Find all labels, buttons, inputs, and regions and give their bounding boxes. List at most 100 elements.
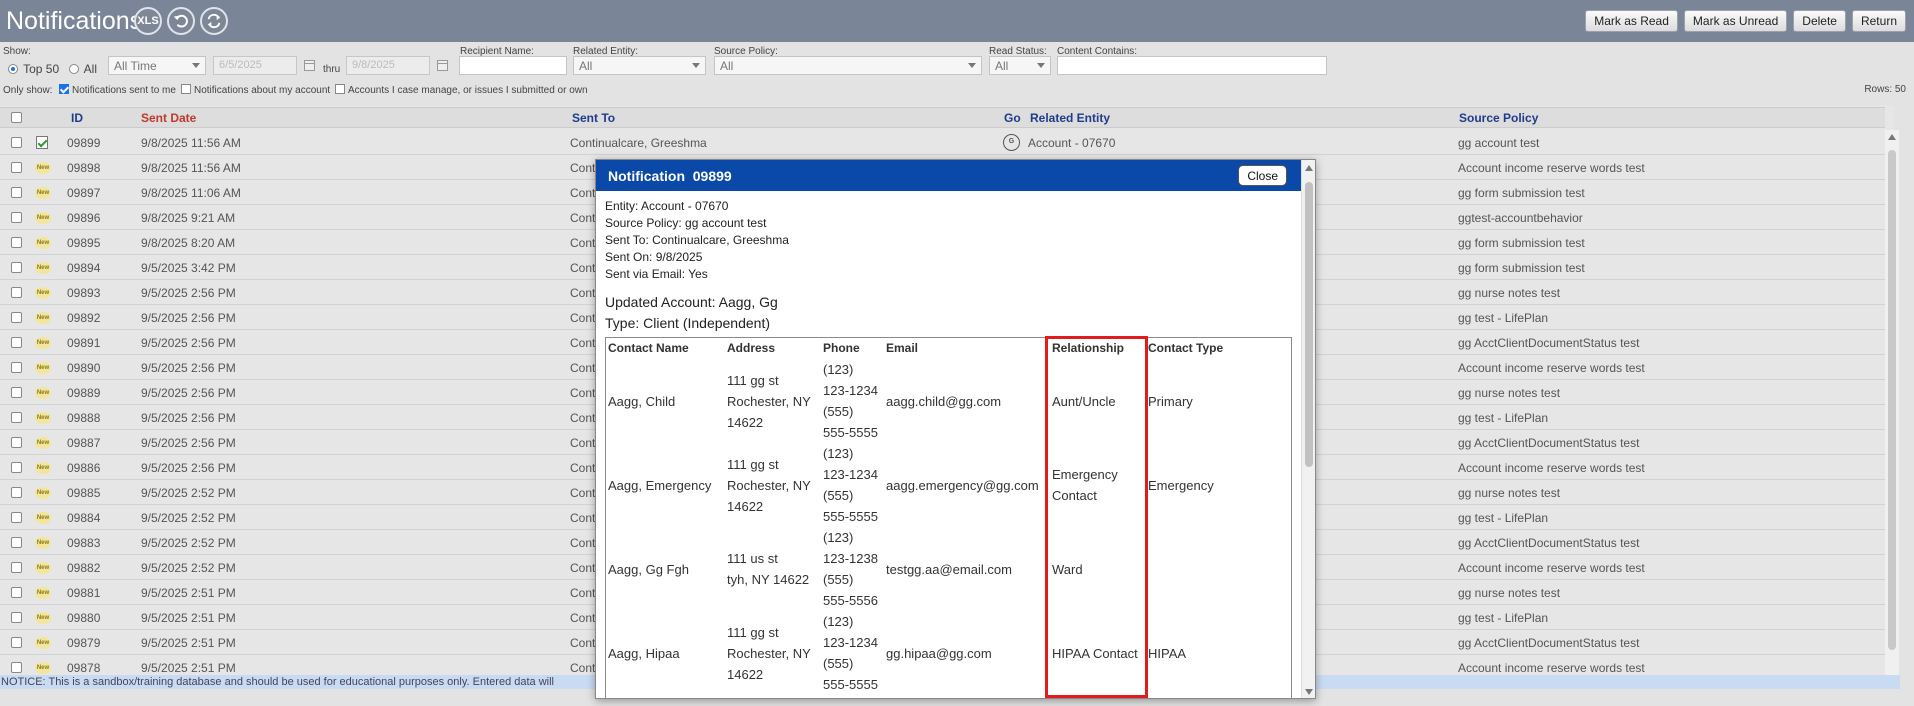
contact-address: Rochester, NY xyxy=(727,645,811,661)
row-checkbox[interactable] xyxy=(11,662,22,673)
date-to-input[interactable]: 9/8/2025 xyxy=(346,56,430,75)
read-check-icon xyxy=(36,136,48,149)
cell-source-policy: gg nurse notes test xyxy=(1458,286,1561,300)
row-checkbox[interactable] xyxy=(11,612,22,623)
cell-sent-to: Cont xyxy=(570,311,596,325)
mark-as-read-button[interactable]: Mark as Read xyxy=(1585,10,1678,32)
show-label: Show: xyxy=(3,46,31,57)
cell-sent-date: 9/5/2025 2:51 PM xyxy=(141,611,236,625)
go-icon[interactable]: G xyxy=(1003,134,1020,151)
contact-phone: 123-1238 xyxy=(823,551,878,566)
row-checkbox[interactable] xyxy=(11,412,22,423)
refresh-icon[interactable] xyxy=(200,7,228,35)
read-status-select[interactable]: All xyxy=(989,56,1051,75)
row-checkbox[interactable] xyxy=(11,237,22,248)
row-checkbox[interactable] xyxy=(11,287,22,298)
new-badge: New xyxy=(35,212,51,224)
scrollbar-thumb[interactable] xyxy=(1888,150,1896,650)
new-badge: New xyxy=(35,637,51,649)
row-checkbox[interactable] xyxy=(11,537,22,548)
cell-id: 09894 xyxy=(67,261,101,275)
cell-source-policy: gg form submission test xyxy=(1458,236,1585,250)
sent-to-line: Sent To: Continualcare, Greeshma xyxy=(605,233,789,247)
contact-phone: (555) xyxy=(823,572,854,587)
row-checkbox[interactable] xyxy=(11,387,22,398)
delete-button[interactable]: Delete xyxy=(1793,10,1846,32)
mark-as-unread-button[interactable]: Mark as Unread xyxy=(1683,10,1788,32)
new-badge: New xyxy=(35,437,51,449)
row-checkbox[interactable] xyxy=(11,512,22,523)
scroll-up-icon[interactable] xyxy=(1888,134,1896,140)
contact-email: gg.hipaa@gg.com xyxy=(886,646,992,661)
row-checkbox[interactable] xyxy=(11,587,22,598)
sent-to-me-checkbox[interactable]: Notifications sent to me xyxy=(59,84,176,96)
cell-id: 09886 xyxy=(67,461,101,475)
related-entity-select[interactable]: All xyxy=(573,56,706,75)
row-checkbox[interactable] xyxy=(11,437,22,448)
row-checkbox[interactable] xyxy=(11,162,22,173)
top50-radio[interactable]: Top 50 xyxy=(8,62,59,76)
cell-source-policy: gg nurse notes test xyxy=(1458,586,1561,600)
recipient-name-input[interactable] xyxy=(459,56,567,75)
row-checkbox[interactable] xyxy=(11,462,22,473)
grid-header: ID Sent Date Sent To Go Related Entity S… xyxy=(0,107,1885,128)
row-checkbox[interactable] xyxy=(11,637,22,648)
cell-sent-date: 9/5/2025 2:56 PM xyxy=(141,411,236,425)
row-checkbox[interactable] xyxy=(11,187,22,198)
row-checkbox[interactable] xyxy=(11,362,22,373)
rows-count: Rows: 50 xyxy=(1864,84,1906,95)
new-badge: New xyxy=(35,612,51,624)
calendar-icon[interactable] xyxy=(304,60,315,71)
date-from-input[interactable]: 6/5/2025 xyxy=(213,56,297,75)
row-checkbox[interactable] xyxy=(11,262,22,273)
cell-source-policy: gg test - LifePlan xyxy=(1458,511,1549,525)
col-source-policy[interactable]: Source Policy xyxy=(1459,111,1538,125)
cell-id: 09880 xyxy=(67,611,101,625)
cell-id: 09878 xyxy=(67,661,101,675)
row-checkbox[interactable] xyxy=(11,487,22,498)
row-checkbox[interactable] xyxy=(11,212,22,223)
cell-sent-to: Cont xyxy=(570,511,596,525)
modal-body: Entity: Account - 07670 Source Policy: g… xyxy=(605,198,1295,334)
table-row[interactable]: 09899 9/8/2025 11:56 AM Continualcare, Gre… xyxy=(0,130,1885,155)
scroll-up-icon[interactable] xyxy=(1305,165,1313,171)
cell-source-policy: gg form submission test xyxy=(1458,261,1585,275)
row-checkbox[interactable] xyxy=(11,337,22,348)
contact-email: aagg.emergency@gg.com xyxy=(886,478,1039,493)
modal-scrollbar-thumb[interactable] xyxy=(1305,182,1313,467)
row-checkbox[interactable] xyxy=(11,562,22,573)
cell-id: 09892 xyxy=(67,311,101,325)
col-sent-to[interactable]: Sent To xyxy=(572,111,615,125)
cell-source-policy: Account income reserve words test xyxy=(1458,561,1645,575)
contact-phone: 555-5556 xyxy=(823,593,878,608)
cell-sent-to: Cont xyxy=(570,211,596,225)
about-account-checkbox[interactable]: Notifications about my account xyxy=(181,84,330,96)
row-checkbox[interactable] xyxy=(11,137,22,148)
return-button[interactable]: Return xyxy=(1851,10,1906,32)
cell-sent-date: 9/5/2025 2:56 PM xyxy=(141,361,236,375)
row-checkbox[interactable] xyxy=(11,312,22,323)
col-related-entity[interactable]: Related Entity xyxy=(1030,111,1110,125)
all-label: All xyxy=(83,62,98,76)
cell-sent-date: 9/8/2025 9:21 AM xyxy=(141,211,236,225)
source-policy-select[interactable]: All xyxy=(714,56,982,75)
xls-export-icon[interactable]: XLS xyxy=(134,7,162,35)
col-sent-date[interactable]: Sent Date xyxy=(141,111,196,125)
select-all-checkbox[interactable] xyxy=(11,112,22,123)
modal-scrollbar[interactable] xyxy=(1301,160,1315,698)
undo-icon[interactable] xyxy=(167,7,195,35)
sent-via-email-line: Sent via Email: Yes xyxy=(605,267,708,281)
new-badge: New xyxy=(35,562,51,574)
accounts-checkbox[interactable]: Accounts I case manage, or issues I subm… xyxy=(335,84,588,96)
all-radio[interactable]: All xyxy=(69,62,97,76)
checkbox-checked-icon xyxy=(59,84,69,94)
content-contains-input[interactable] xyxy=(1057,56,1327,75)
col-id[interactable]: ID xyxy=(71,111,83,125)
contact-email: testgg.aa@email.com xyxy=(886,562,1012,577)
cell-source-policy: gg AcctClientDocumentStatus test xyxy=(1458,336,1640,350)
close-button[interactable]: Close xyxy=(1238,165,1287,186)
calendar-icon[interactable] xyxy=(437,60,448,71)
grid-scrollbar[interactable] xyxy=(1885,130,1899,675)
scroll-down-icon[interactable] xyxy=(1305,689,1313,695)
time-range-select[interactable]: All Time xyxy=(108,56,206,75)
